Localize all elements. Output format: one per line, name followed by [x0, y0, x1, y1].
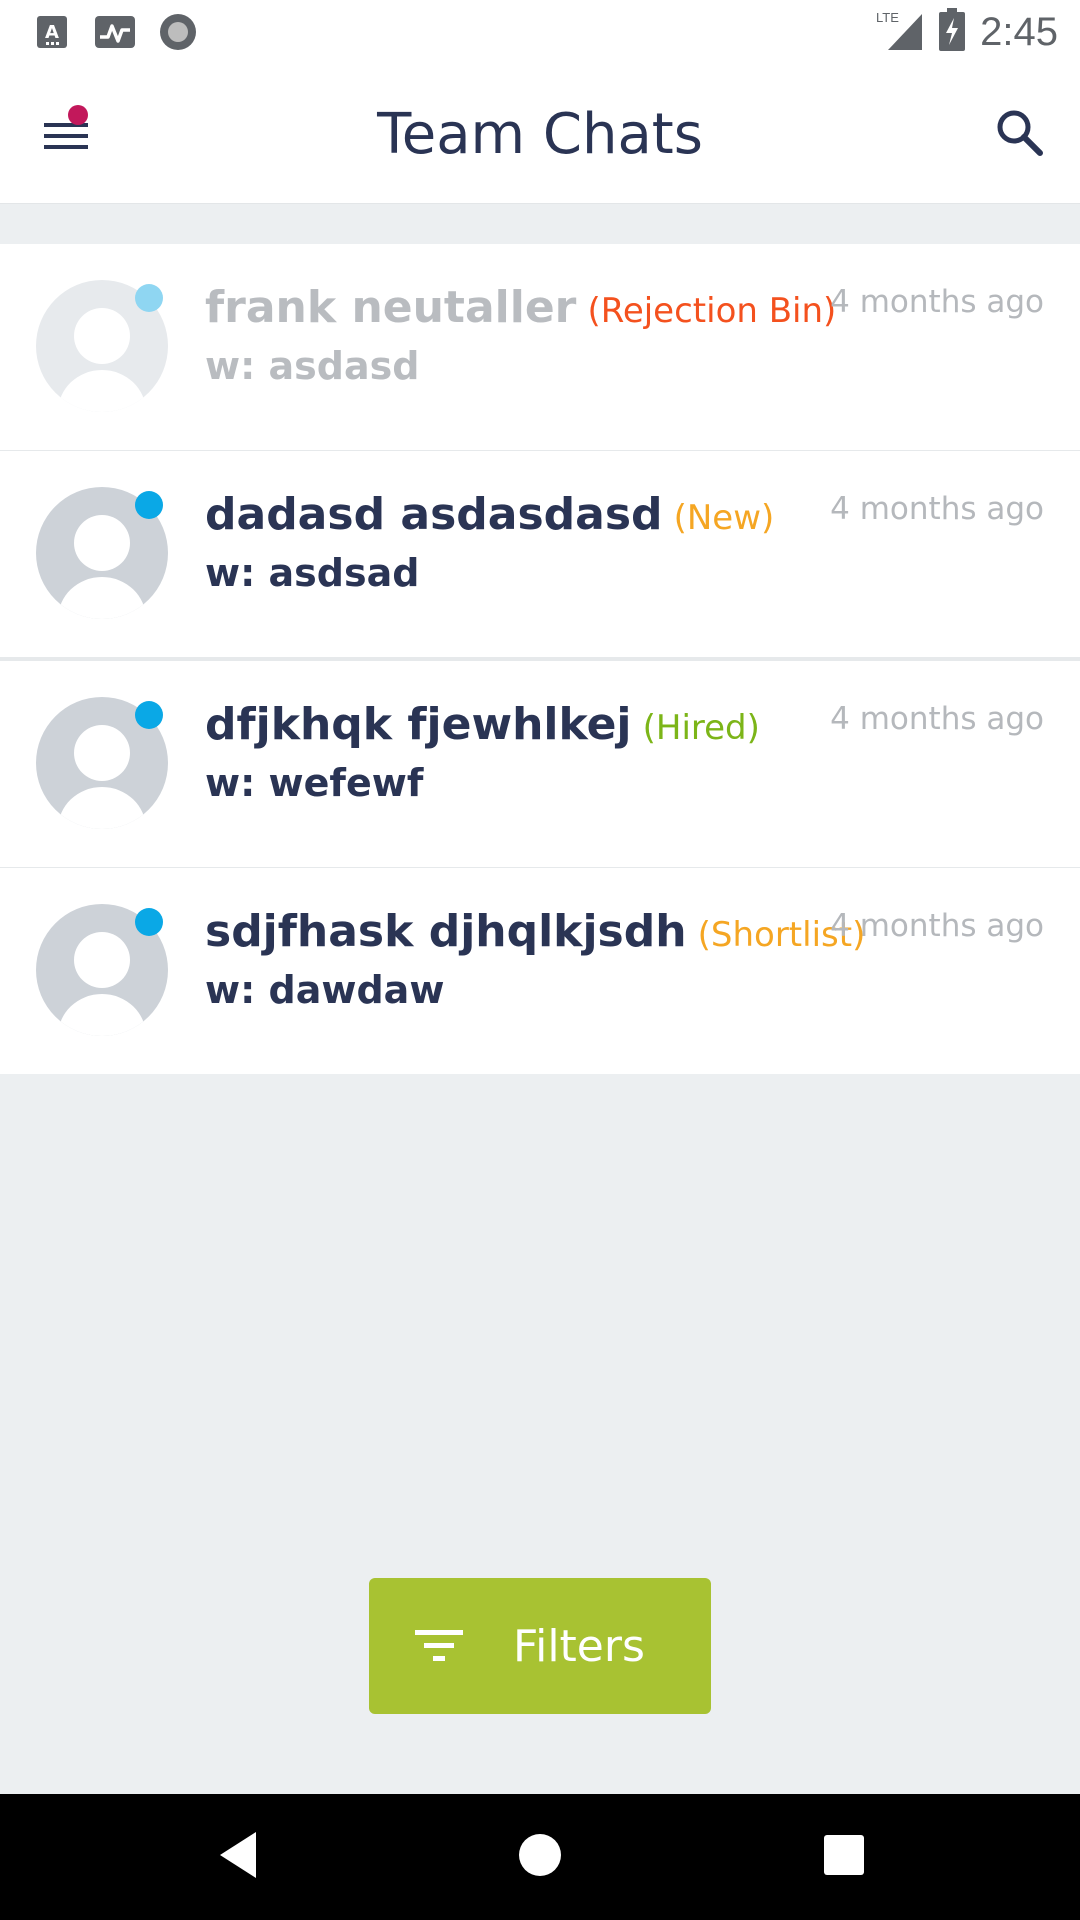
filters-label: Filters	[513, 1620, 645, 1672]
avatar	[36, 280, 168, 412]
avatar	[36, 487, 168, 619]
chat-timestamp: 4 months ago	[830, 491, 1044, 527]
home-icon	[517, 1832, 563, 1882]
chat-name: dadasd asdasdasd	[205, 489, 663, 540]
online-indicator	[135, 491, 163, 519]
chat-name: dfjkhqk fjewhlkej	[205, 699, 632, 750]
chat-row[interactable]: dadasd asdasdasd (New) w: asdsad 4 month…	[0, 451, 1080, 661]
status-time: 2:45	[980, 10, 1058, 54]
chat-name-line: dadasd asdasdasd (New)	[205, 489, 774, 540]
chat-row[interactable]: sdjfhask djhqlkjsdh (Shortlist) w: dawda…	[0, 868, 1080, 1074]
chat-name: sdjfhask djhqlkjsdh	[205, 906, 687, 957]
system-nav-bar	[0, 1794, 1080, 1920]
chat-subtitle: w: asdsad	[205, 551, 420, 595]
chat-name: frank neutaller	[205, 282, 577, 333]
chat-subtitle: w: wefewf	[205, 761, 424, 805]
chat-name-line: sdjfhask djhqlkjsdh (Shortlist)	[205, 906, 865, 957]
app-bar: Team Chats	[0, 63, 1080, 204]
home-button[interactable]	[480, 1794, 600, 1920]
chat-status-tag: (New)	[673, 498, 775, 538]
lte-signal-icon: LTE	[876, 8, 924, 56]
filters-button[interactable]: Filters	[369, 1578, 711, 1714]
status-bar: A LTE 2:45	[0, 0, 1080, 63]
chat-row[interactable]: frank neutaller (Rejection Bin) w: asdas…	[0, 244, 1080, 451]
status-bar-notifications: A	[32, 12, 221, 52]
chat-status-tag: (Rejection Bin)	[587, 291, 837, 331]
online-indicator	[135, 284, 163, 312]
menu-button[interactable]	[30, 101, 100, 161]
recents-button[interactable]	[784, 1794, 904, 1920]
filter-list-icon	[409, 1626, 469, 1666]
battery-charging-icon	[938, 8, 966, 56]
back-button[interactable]	[178, 1794, 298, 1920]
page-title: Team Chats	[377, 102, 703, 167]
online-indicator	[135, 908, 163, 936]
chat-subtitle: w: dawdaw	[205, 968, 445, 1012]
avatar	[36, 904, 168, 1036]
chat-status-tag: (Hired)	[642, 708, 760, 748]
online-indicator	[135, 701, 163, 729]
network-label: LTE	[876, 10, 899, 25]
activity-pulse-icon	[95, 12, 135, 52]
back-icon	[216, 1830, 260, 1884]
chat-timestamp: 4 months ago	[830, 701, 1044, 737]
avatar	[36, 697, 168, 829]
chat-name-line: dfjkhqk fjewhlkej (Hired)	[205, 699, 760, 750]
search-icon	[994, 110, 1046, 163]
svg-text:A: A	[45, 22, 59, 43]
chat-subtitle: w: asdasd	[205, 344, 420, 388]
status-bar-system: LTE 2:45	[876, 8, 1058, 56]
recents-icon	[823, 1834, 865, 1880]
chat-list: frank neutaller (Rejection Bin) w: asdas…	[0, 244, 1080, 1074]
chat-name-line: frank neutaller (Rejection Bin)	[205, 282, 836, 333]
record-circle-icon	[158, 12, 198, 52]
text-recognition-icon: A	[32, 12, 72, 52]
search-button[interactable]	[994, 107, 1046, 159]
chat-timestamp: 4 months ago	[830, 908, 1044, 944]
chat-timestamp: 4 months ago	[830, 284, 1044, 320]
chat-row[interactable]: dfjkhqk fjewhlkej (Hired) w: wefewf 4 mo…	[0, 661, 1080, 868]
notification-dot	[68, 105, 88, 125]
